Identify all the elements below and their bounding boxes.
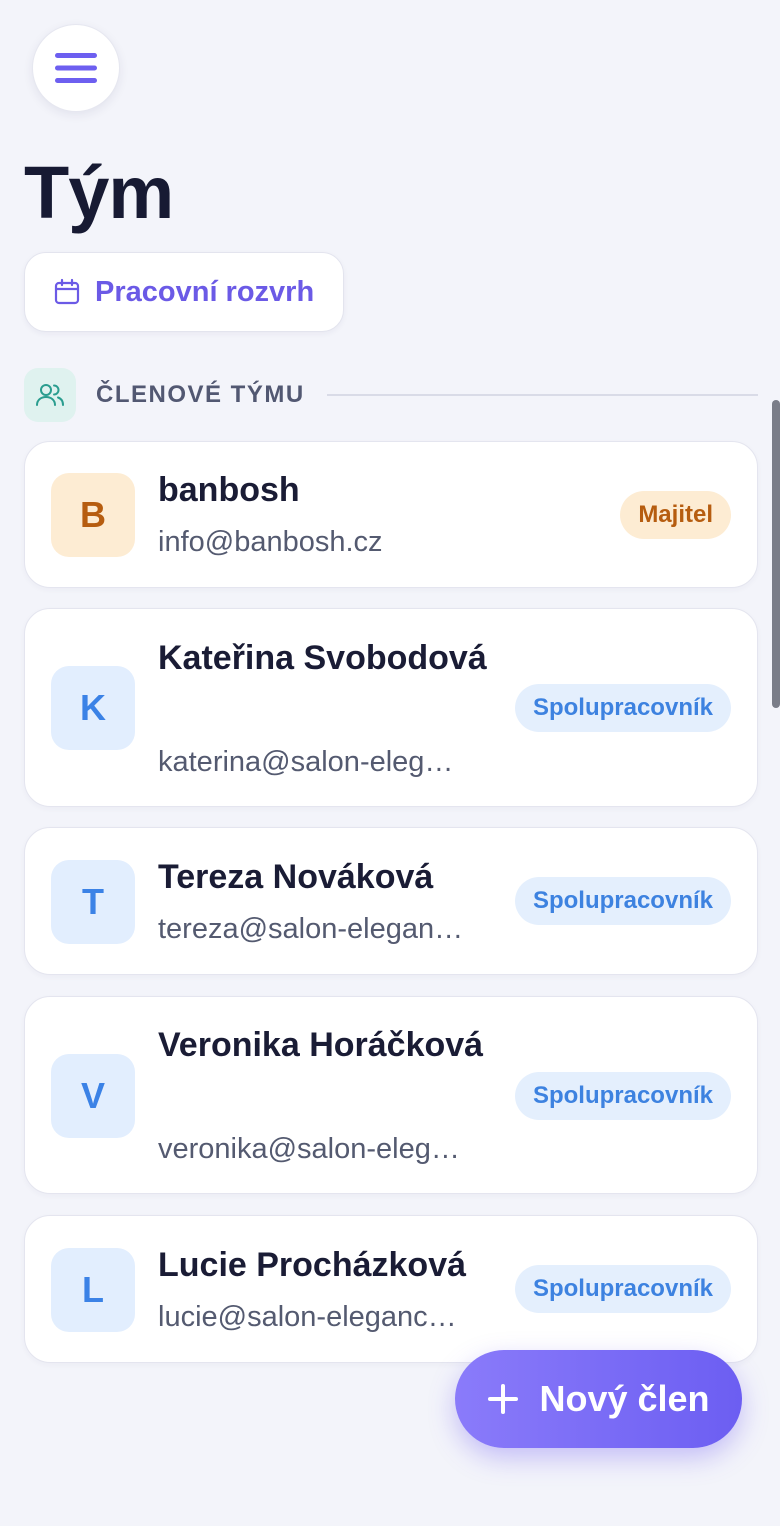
section-title: ČLENOVÉ TÝMU — [96, 381, 305, 408]
team-members-section-header: ČLENOVÉ TÝMU — [24, 368, 758, 422]
role-badge: Spolupracovník — [514, 1072, 731, 1120]
member-name: banbosh — [158, 471, 300, 509]
member-card[interactable]: L Lucie Procházková lucie@salon-eleganc…… — [24, 1215, 758, 1363]
member-email: info@banbosh.cz — [158, 526, 383, 558]
avatar: K — [51, 666, 135, 750]
new-member-button[interactable]: Nový člen — [455, 1350, 742, 1448]
new-member-label: Nový člen — [539, 1378, 710, 1419]
member-card[interactable]: T Tereza Nováková tereza@salon-elegan… S… — [24, 827, 758, 975]
member-card[interactable]: V Veronika Horáčková veronika@salon-eleg… — [24, 996, 758, 1194]
menu-button[interactable] — [32, 24, 120, 112]
avatar: T — [51, 860, 135, 944]
member-email: veronika@salon-eleg… — [158, 1133, 460, 1165]
section-divider — [326, 394, 758, 396]
avatar: V — [51, 1054, 135, 1138]
avatar: B — [51, 473, 135, 557]
member-card[interactable]: K Kateřina Svobodová katerina@salon-eleg… — [24, 608, 758, 807]
member-email: tereza@salon-elegan… — [158, 913, 464, 945]
role-badge: Spolupracovník — [514, 684, 731, 732]
team-screen: Tým Pracovní rozvrh ČLENOVÉ TÝMU B banbo… — [0, 0, 780, 1526]
avatar: L — [51, 1248, 135, 1332]
role-badge: Spolupracovník — [514, 1265, 731, 1313]
hamburger-menu-icon — [55, 53, 97, 83]
calendar-icon — [53, 278, 81, 306]
work-schedule-button[interactable]: Pracovní rozvrh — [24, 252, 344, 332]
member-name: Veronika Horáčková — [158, 1026, 484, 1064]
users-icon — [24, 368, 76, 422]
page-title: Tým — [24, 151, 174, 234]
member-card[interactable]: B banbosh info@banbosh.cz Majitel — [24, 441, 758, 588]
role-badge: Spolupracovník — [514, 877, 731, 925]
member-name: Lucie Procházková — [158, 1246, 467, 1284]
role-badge: Majitel — [620, 491, 731, 539]
member-email: lucie@salon-eleganc… — [158, 1301, 457, 1333]
member-name: Kateřina Svobodová — [158, 639, 487, 677]
plus-icon — [487, 1383, 519, 1415]
work-schedule-label: Pracovní rozvrh — [95, 275, 315, 308]
member-email: katerina@salon-eleg… — [158, 746, 454, 778]
scrollbar[interactable] — [772, 400, 780, 708]
member-name: Tereza Nováková — [158, 858, 434, 896]
